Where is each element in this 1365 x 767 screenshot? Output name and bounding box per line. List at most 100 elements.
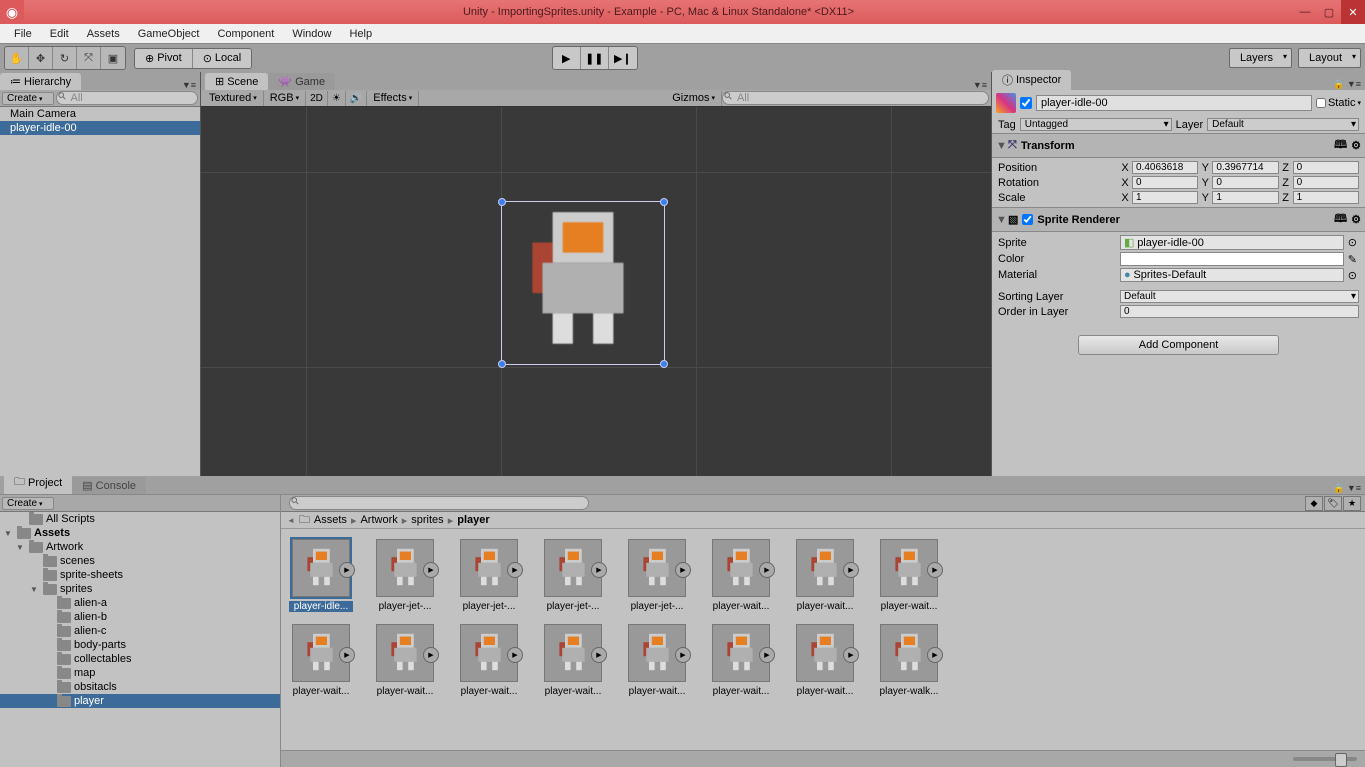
asset-item[interactable]: ▶player-jet-... xyxy=(457,539,521,612)
panel-lock-icon[interactable]: 🔒 ▼≡ xyxy=(1329,79,1365,90)
position-x-field[interactable]: 0.4063618 xyxy=(1132,161,1198,174)
search-by-label-icon[interactable]: 🏷 xyxy=(1324,496,1342,511)
breadcrumb-item[interactable]: Assets xyxy=(314,514,347,526)
layer-dropdown[interactable]: Default xyxy=(1207,118,1359,131)
menu-gameobject[interactable]: GameObject xyxy=(130,26,208,42)
project-tab[interactable]: 🗀Project xyxy=(4,471,72,494)
menu-window[interactable]: Window xyxy=(284,26,339,42)
expand-icon[interactable]: ▶ xyxy=(927,647,943,663)
inspector-tab[interactable]: ⓘInspector xyxy=(992,70,1071,90)
shading-dropdown[interactable]: Textured ▾ xyxy=(203,91,264,106)
hierarchy-create-button[interactable]: Create xyxy=(2,92,54,105)
console-tab[interactable]: ▤Console xyxy=(72,477,146,494)
tree-item[interactable]: alien-b xyxy=(0,610,280,624)
asset-item[interactable]: ▶player-wait... xyxy=(373,624,437,697)
rotation-x-field[interactable]: 0 xyxy=(1132,176,1198,189)
lighting-toggle[interactable]: ☀ xyxy=(328,91,346,106)
project-create-button[interactable]: Create xyxy=(2,497,54,510)
tree-item[interactable]: map xyxy=(0,666,280,680)
panel-menu-icon[interactable]: ▼≡ xyxy=(178,80,200,90)
scene-tab[interactable]: ⊞Scene xyxy=(205,73,268,90)
expand-icon[interactable]: ▶ xyxy=(339,647,355,663)
panel-menu-icon[interactable]: ▼≡ xyxy=(969,80,991,90)
expand-icon[interactable]: ▶ xyxy=(927,562,943,578)
close-button[interactable]: ✕ xyxy=(1341,0,1365,24)
panel-lock-icon[interactable]: 🔒 ▼≡ xyxy=(1329,483,1365,494)
scale-tool[interactable]: ⤧ xyxy=(77,47,101,69)
menu-component[interactable]: Component xyxy=(209,26,282,42)
object-picker-icon[interactable]: ⊙ xyxy=(1346,269,1359,282)
add-component-button[interactable]: Add Component xyxy=(1078,335,1280,355)
sprite-renderer-header[interactable]: ▼ ▧ Sprite Renderer 🕮 ⚙ xyxy=(992,207,1365,232)
asset-item[interactable]: ▶player-wait... xyxy=(793,624,857,697)
scale-x-field[interactable]: 1 xyxy=(1132,191,1198,204)
object-picker-icon[interactable]: ⊙ xyxy=(1346,236,1359,249)
move-tool[interactable]: ✥ xyxy=(29,47,53,69)
menu-assets[interactable]: Assets xyxy=(79,26,128,42)
play-button[interactable]: ▶ xyxy=(553,47,581,69)
scale-z-field[interactable]: 1 xyxy=(1293,191,1359,204)
asset-item[interactable]: ▶player-wait... xyxy=(877,539,941,612)
gameobject-name-field[interactable]: player-idle-00 xyxy=(1036,95,1312,111)
tree-item[interactable]: alien-a xyxy=(0,596,280,610)
rect-tool[interactable]: ▣ xyxy=(101,47,125,69)
transform-component-header[interactable]: ▼ ⤧ Transform 🕮 ⚙ xyxy=(992,133,1365,158)
color-field[interactable] xyxy=(1120,252,1344,266)
effects-dropdown[interactable]: Effects ▾ xyxy=(367,91,419,106)
menu-edit[interactable]: Edit xyxy=(42,26,77,42)
sorting-layer-dropdown[interactable]: Default xyxy=(1120,290,1359,303)
scene-viewport[interactable] xyxy=(201,107,991,476)
hierarchy-tab[interactable]: ≔Hierarchy xyxy=(0,73,81,90)
rotation-z-field[interactable]: 0 xyxy=(1293,176,1359,189)
help-icon[interactable]: 🕮 xyxy=(1334,136,1347,155)
expand-icon[interactable]: ▶ xyxy=(675,562,691,578)
project-search[interactable] xyxy=(289,496,589,510)
asset-item[interactable]: ▶player-jet-... xyxy=(625,539,689,612)
tree-item[interactable]: ▼sprites xyxy=(0,582,280,596)
expand-icon[interactable]: ▶ xyxy=(675,647,691,663)
eyedropper-icon[interactable]: ✎ xyxy=(1346,253,1359,266)
expand-icon[interactable]: ▶ xyxy=(591,562,607,578)
tree-item[interactable]: sprite-sheets xyxy=(0,568,280,582)
breadcrumb-item[interactable]: player xyxy=(457,514,489,526)
order-in-layer-field[interactable]: 0 xyxy=(1120,305,1359,318)
hand-tool[interactable]: ✋ xyxy=(5,47,29,69)
tree-item[interactable]: collectables xyxy=(0,652,280,666)
expand-icon[interactable]: ▶ xyxy=(843,562,859,578)
static-toggle[interactable]: Static ▾ xyxy=(1316,97,1361,109)
material-field[interactable]: ● Sprites-Default xyxy=(1120,268,1344,282)
tree-item[interactable]: alien-c xyxy=(0,624,280,638)
asset-item[interactable]: ▶player-jet-... xyxy=(541,539,605,612)
tag-dropdown[interactable]: Untagged xyxy=(1020,118,1172,131)
pause-button[interactable]: ❚❚ xyxy=(581,47,609,69)
asset-item[interactable]: ▶player-wait... xyxy=(289,624,353,697)
menu-help[interactable]: Help xyxy=(341,26,380,42)
asset-item[interactable]: ▶player-wait... xyxy=(709,624,773,697)
rotation-y-field[interactable]: 0 xyxy=(1212,176,1278,189)
asset-item[interactable]: ▶player-wait... xyxy=(457,624,521,697)
expand-icon[interactable]: ▶ xyxy=(507,562,523,578)
asset-item[interactable]: ▶player-idle... xyxy=(289,539,353,612)
gizmos-dropdown[interactable]: Gizmos ▾ xyxy=(666,91,722,106)
gear-icon[interactable]: ⚙ xyxy=(1351,139,1361,152)
position-y-field[interactable]: 0.3967714 xyxy=(1212,161,1278,174)
expand-icon[interactable]: ▶ xyxy=(591,647,607,663)
scale-y-field[interactable]: 1 xyxy=(1212,191,1278,204)
hierarchy-item[interactable]: player-idle-00 xyxy=(0,121,200,135)
tree-item[interactable]: body-parts xyxy=(0,638,280,652)
breadcrumb-item[interactable]: Artwork xyxy=(360,514,397,526)
search-by-type-icon[interactable]: ◆ xyxy=(1305,496,1323,511)
sprite-field[interactable]: ◧ player-idle-00 xyxy=(1120,235,1344,250)
tree-item[interactable]: player xyxy=(0,694,280,708)
asset-item[interactable]: ▶player-wait... xyxy=(709,539,773,612)
game-tab[interactable]: 👾Game xyxy=(268,73,335,90)
asset-item[interactable]: ▶player-walk... xyxy=(877,624,941,697)
expand-icon[interactable]: ▶ xyxy=(423,647,439,663)
tree-item[interactable]: ▼Assets xyxy=(0,526,280,540)
maximize-button[interactable]: ▢ xyxy=(1317,0,1341,24)
expand-icon[interactable]: ▶ xyxy=(759,562,775,578)
back-icon[interactable]: ◄ xyxy=(287,516,295,525)
rotate-tool[interactable]: ↻ xyxy=(53,47,77,69)
save-search-icon[interactable]: ★ xyxy=(1343,496,1361,511)
tree-item[interactable]: ▼Artwork xyxy=(0,540,280,554)
